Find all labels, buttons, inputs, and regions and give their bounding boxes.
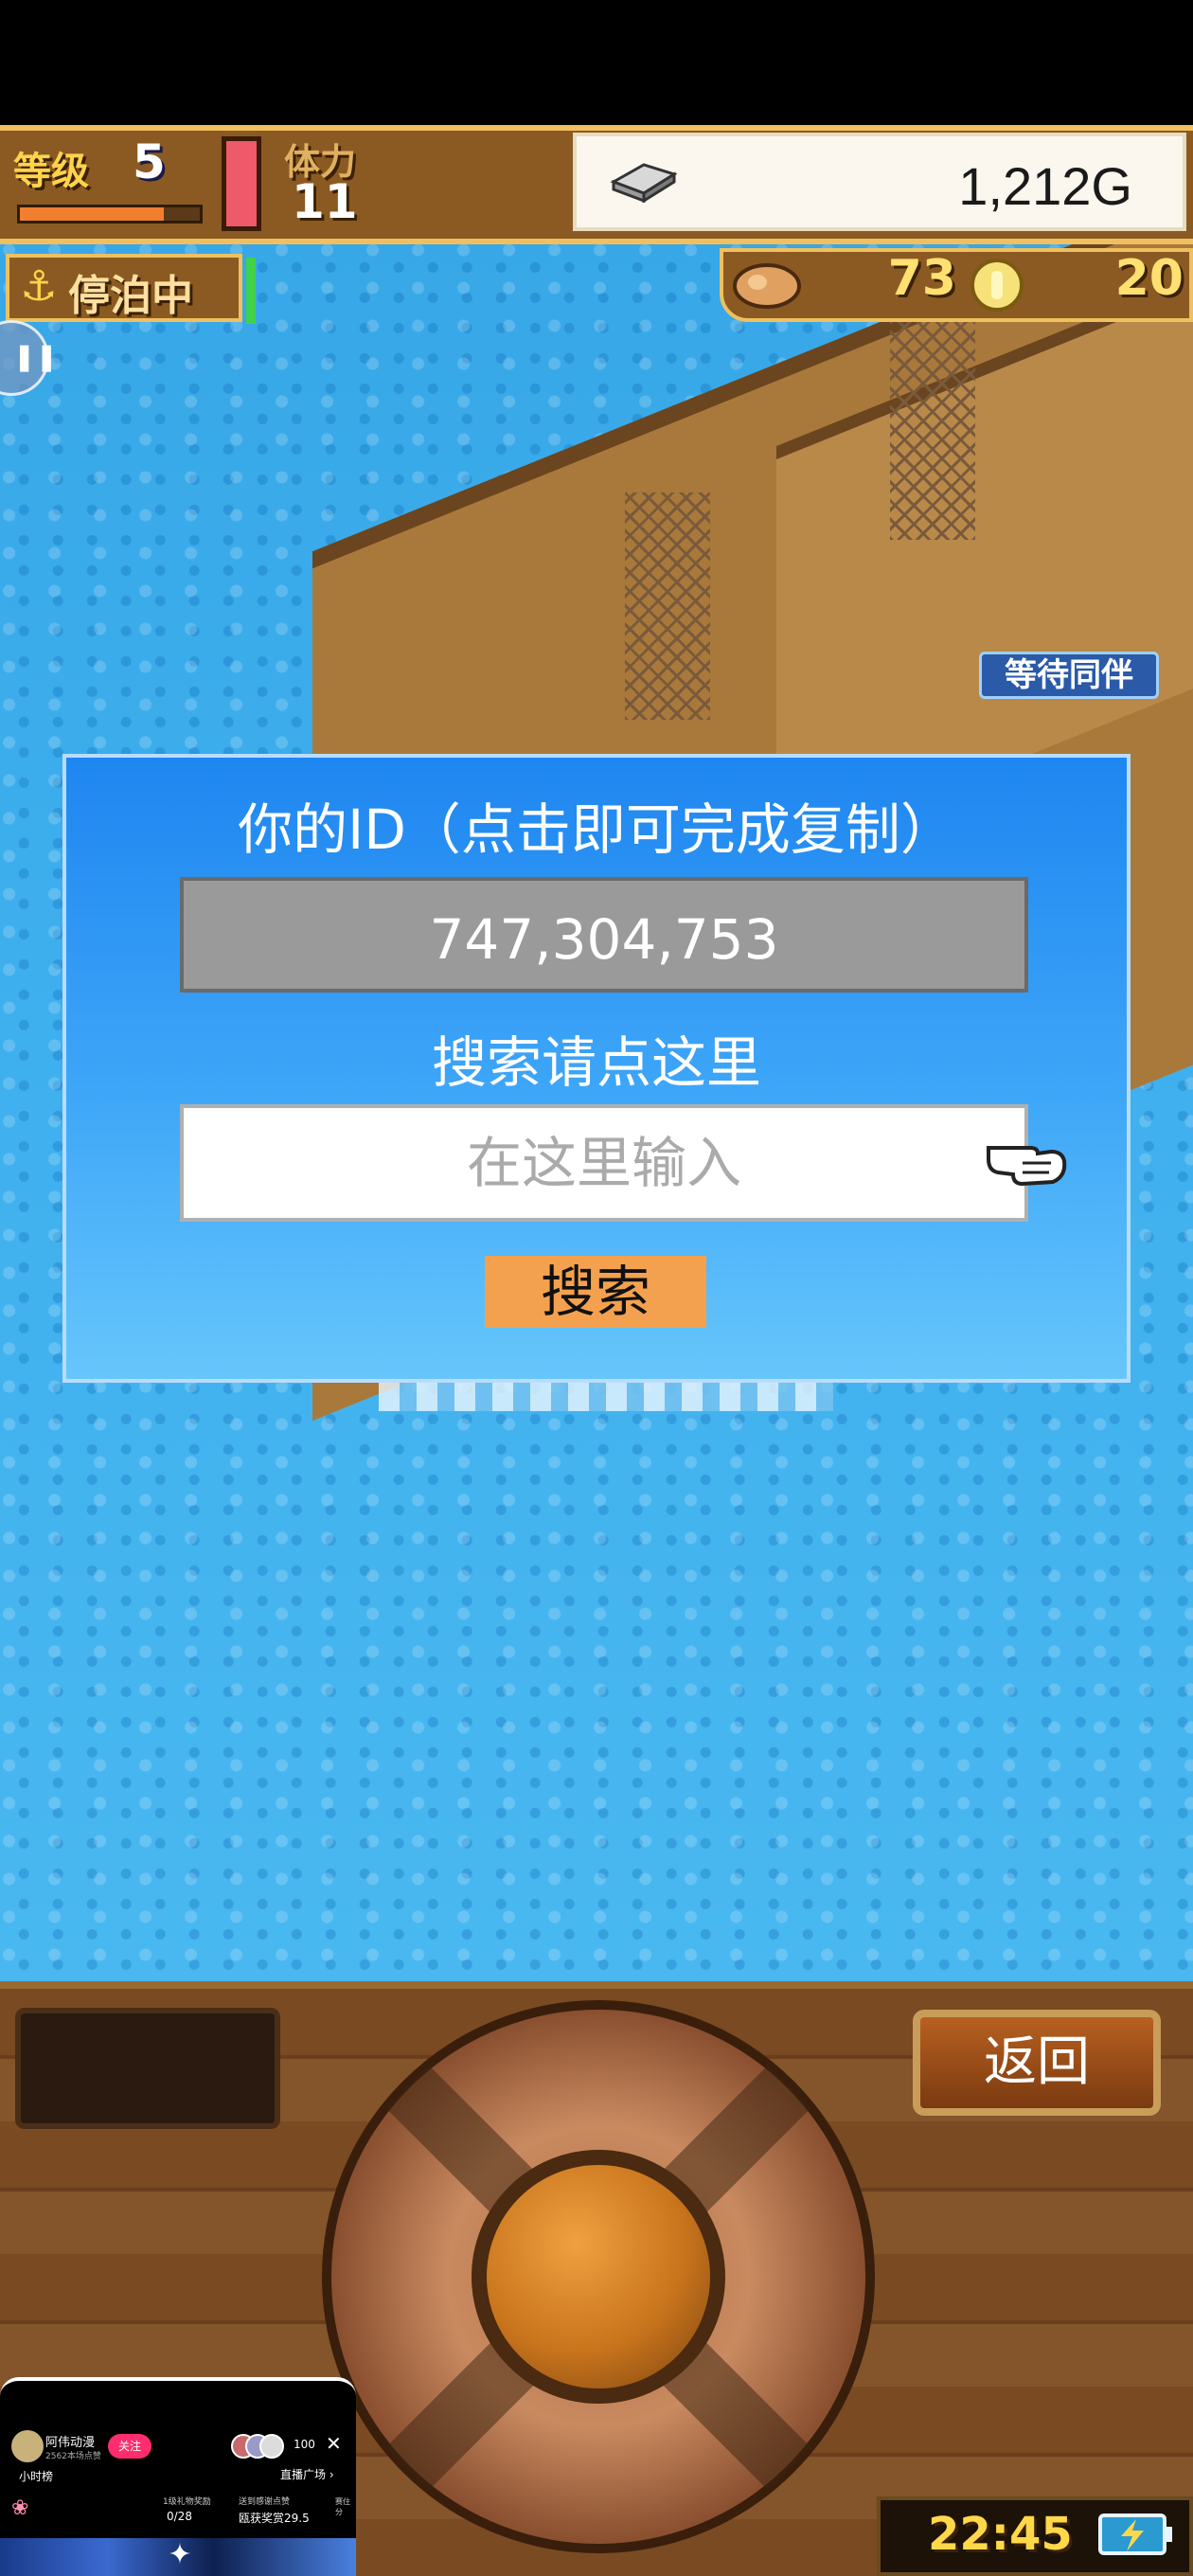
side-label: 赛住分 [335, 2497, 350, 2516]
waiting-companion-tag: 等待同伴 [979, 652, 1159, 699]
player-id-value[interactable]: 747,304,753 [180, 905, 1028, 974]
stamina-gauge [222, 136, 261, 231]
top-black-bar [0, 0, 1193, 125]
ship-rigging [625, 492, 710, 720]
stamina-label: 体力 [284, 141, 357, 183]
coin-icon [970, 259, 1024, 312]
battery-charging-icon [1098, 2513, 1172, 2555]
stamina-value: 11 [292, 174, 358, 229]
thanks-value: 瓯获奖赏29.5 [239, 2512, 310, 2525]
thumbnail-figure-icon: ✦ [168, 2538, 192, 2571]
gold-bar-icon [610, 163, 678, 203]
follow-button[interactable]: 关注 [108, 2434, 151, 2459]
clock-time: 22:45 [928, 2508, 1073, 2561]
live-square-link[interactable]: 直播广场 › [280, 2466, 356, 2481]
dialog-title: 你的ID（点击即可完成复制） [238, 797, 955, 862]
back-button[interactable]: 返回 [913, 2010, 1161, 2116]
gift-reward-label: 1级礼物奖励 [163, 2497, 211, 2507]
anchor-icon: ⚓ [20, 262, 58, 311]
gold-amount: 1,212G [958, 156, 1132, 216]
food-icon [733, 263, 801, 309]
level-progress-fill [20, 207, 164, 221]
streamer-avatar[interactable] [11, 2430, 44, 2462]
viewer-count: 100 [294, 2438, 315, 2451]
coin-count: 20 [1114, 250, 1184, 307]
empty-slot [15, 2008, 280, 2129]
search-button[interactable]: 搜索 [485, 1256, 706, 1328]
gift-icon[interactable]: ❀ [11, 2496, 38, 2520]
search-prompt: 搜索请点这里 [431, 1030, 761, 1095]
thanks-label: 送到感谢点赞 [239, 2497, 291, 2507]
hourly-rank-link[interactable]: 小时榜 [19, 2468, 95, 2483]
search-id-input[interactable] [180, 1104, 1028, 1222]
wave-foam [379, 1383, 833, 1411]
wheel-center-button[interactable] [472, 2150, 725, 2404]
ship-rigging [890, 313, 975, 540]
food-count: 73 [887, 250, 956, 307]
pause-icon: ❚❚ [13, 341, 58, 372]
close-icon[interactable]: ✕ [326, 2432, 348, 2455]
level-label: 等级 [13, 150, 89, 193]
pointing-hand-icon [987, 1146, 1067, 1187]
gift-reward-value: 0/28 [167, 2510, 192, 2523]
level-value: 5 [133, 134, 166, 189]
docked-status-label: 停泊中 [68, 272, 193, 320]
docked-indicator [246, 258, 256, 324]
viewer-avatars [231, 2434, 284, 2459]
